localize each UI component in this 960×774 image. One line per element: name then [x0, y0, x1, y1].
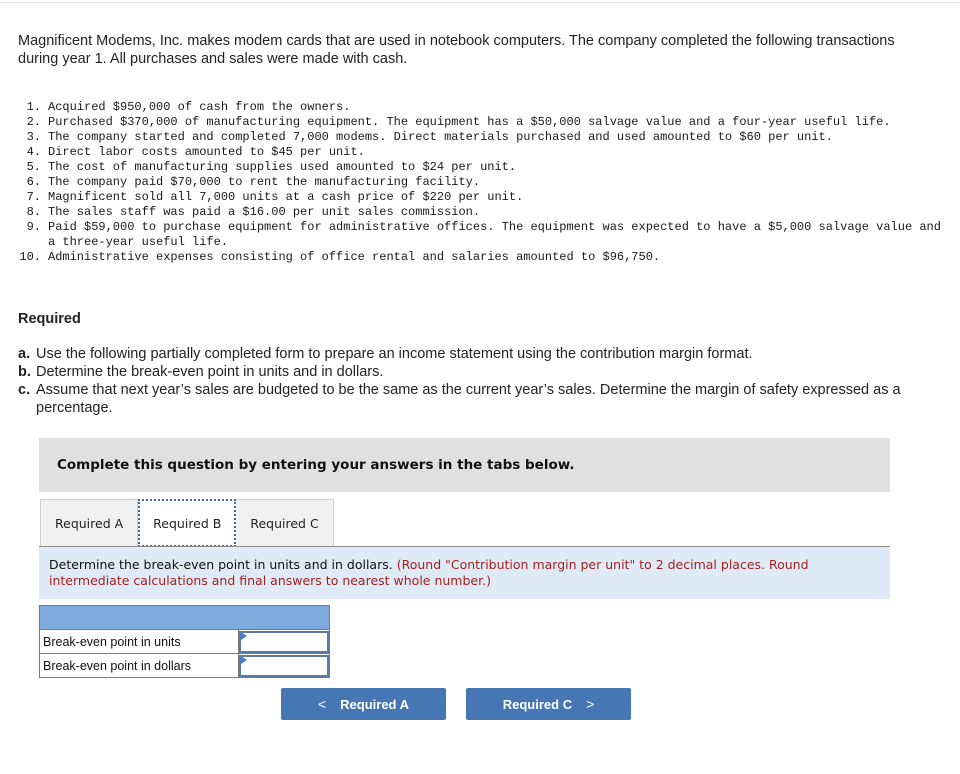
transaction-text: Direct labor costs amounted to $45 per u…: [48, 145, 365, 159]
chevron-right-icon: >: [586, 696, 595, 712]
table-row: Break-even point in dollars: [38, 653, 330, 678]
tab-required-b[interactable]: Required B: [138, 499, 237, 547]
transaction-number: 8.: [26, 205, 41, 219]
requirement-text: Determine the break-even point in units …: [36, 364, 384, 380]
requirement-text: Use the following partially completed fo…: [36, 346, 753, 362]
transaction-text: Purchased $370,000 of manufacturing equi…: [48, 115, 891, 129]
next-required-c-button[interactable]: Required C >: [466, 688, 631, 720]
row-label-units: Break-even point in units: [38, 629, 240, 654]
transaction-item: 2. Purchased $370,000 of manufacturing eq…: [18, 115, 953, 130]
chevron-left-icon: <: [317, 696, 327, 712]
transaction-item: 8. The sales staff was paid a $16.00 per …: [18, 205, 953, 220]
requirement-item: b. Determine the break-even point in unit…: [18, 363, 948, 381]
transaction-text: Administrative expenses consisting of of…: [48, 250, 661, 264]
transaction-number: 4.: [26, 145, 41, 159]
transaction-text: The company started and completed 7,000 …: [48, 130, 833, 144]
instructions-banner: Complete this question by entering your …: [39, 438, 890, 492]
transaction-number: 5.: [26, 160, 41, 174]
tab-instruction-panel: Determine the break-even point in units …: [39, 546, 890, 599]
next-button-label: Required C: [502, 696, 573, 712]
transaction-number: 10.: [19, 250, 41, 264]
tab-bar: Required A Required B Required C: [40, 499, 334, 547]
transaction-number: 6.: [26, 175, 41, 189]
requirement-letter: a.: [18, 346, 31, 362]
prev-button-label: Required A: [340, 696, 410, 712]
requirements-list: a. Use the following partially completed …: [18, 345, 948, 417]
transaction-text: The company paid $70,000 to rent the man…: [48, 175, 481, 189]
requirement-item: a. Use the following partially completed …: [18, 345, 948, 363]
break-even-table: Break-even point in units Break-even poi…: [38, 605, 330, 678]
requirement-text: Assume that next year’s sales are budget…: [36, 382, 901, 416]
break-even-units-input[interactable]: [239, 630, 329, 653]
transaction-text: The sales staff was paid a $16.00 per un…: [48, 205, 481, 219]
input-cell-units: [238, 629, 330, 654]
transaction-number: 2.: [26, 115, 41, 129]
break-even-dollars-input[interactable]: [239, 654, 329, 677]
tab-required-a[interactable]: Required A: [40, 499, 139, 547]
transaction-item: 4. Direct labor costs amounted to $45 per…: [18, 145, 953, 160]
transaction-item: 7. Magnificent sold all 7,000 units at a …: [18, 190, 953, 205]
table-header-row: [39, 605, 330, 630]
requirement-letter: b.: [18, 364, 31, 380]
transaction-text: The cost of manufacturing supplies used …: [48, 160, 517, 174]
transaction-item: 6. The company paid $70,000 to rent the m…: [18, 175, 953, 190]
transaction-number: 7.: [26, 190, 41, 204]
transaction-number: 9.: [26, 220, 41, 234]
top-divider: [0, 2, 960, 3]
transaction-item: 10. Administrative expenses consisting of…: [18, 250, 953, 265]
table-row: Break-even point in units: [38, 629, 330, 654]
problem-intro: Magnificent Modems, Inc. makes modem car…: [18, 33, 895, 67]
requirement-item: c. Assume that next year’s sales are budg…: [18, 381, 948, 417]
row-label-dollars: Break-even point in dollars: [38, 653, 240, 678]
requirement-letter: c.: [18, 382, 31, 398]
transaction-text: Magnificent sold all 7,000 units at a ca…: [48, 190, 524, 204]
table-header-cell: [39, 605, 330, 630]
transaction-number: 3.: [26, 130, 41, 144]
transaction-list: 1. Acquired $950,000 of cash from the own…: [18, 100, 953, 265]
transaction-text: Acquired $950,000 of cash from the owner…: [48, 100, 351, 114]
transaction-item: 5. The cost of manufacturing supplies use…: [18, 160, 953, 175]
instruction-text: Determine the break-even point in units …: [49, 557, 397, 572]
prev-required-a-button[interactable]: < Required A: [281, 688, 446, 720]
transaction-text: Paid $59,000 to purchase equipment for a…: [48, 220, 941, 249]
tab-required-c[interactable]: Required C: [236, 499, 334, 547]
transaction-item: 3. The company started and completed 7,00…: [18, 130, 953, 145]
banner-text: Complete this question by entering your …: [57, 457, 575, 473]
transaction-number: 1.: [26, 100, 41, 114]
transaction-item: 9. Paid $59,000 to purchase equipment for…: [18, 220, 953, 250]
required-heading: Required: [18, 311, 81, 327]
transaction-item: 1. Acquired $950,000 of cash from the own…: [18, 100, 953, 115]
input-cell-dollars: [238, 653, 330, 678]
